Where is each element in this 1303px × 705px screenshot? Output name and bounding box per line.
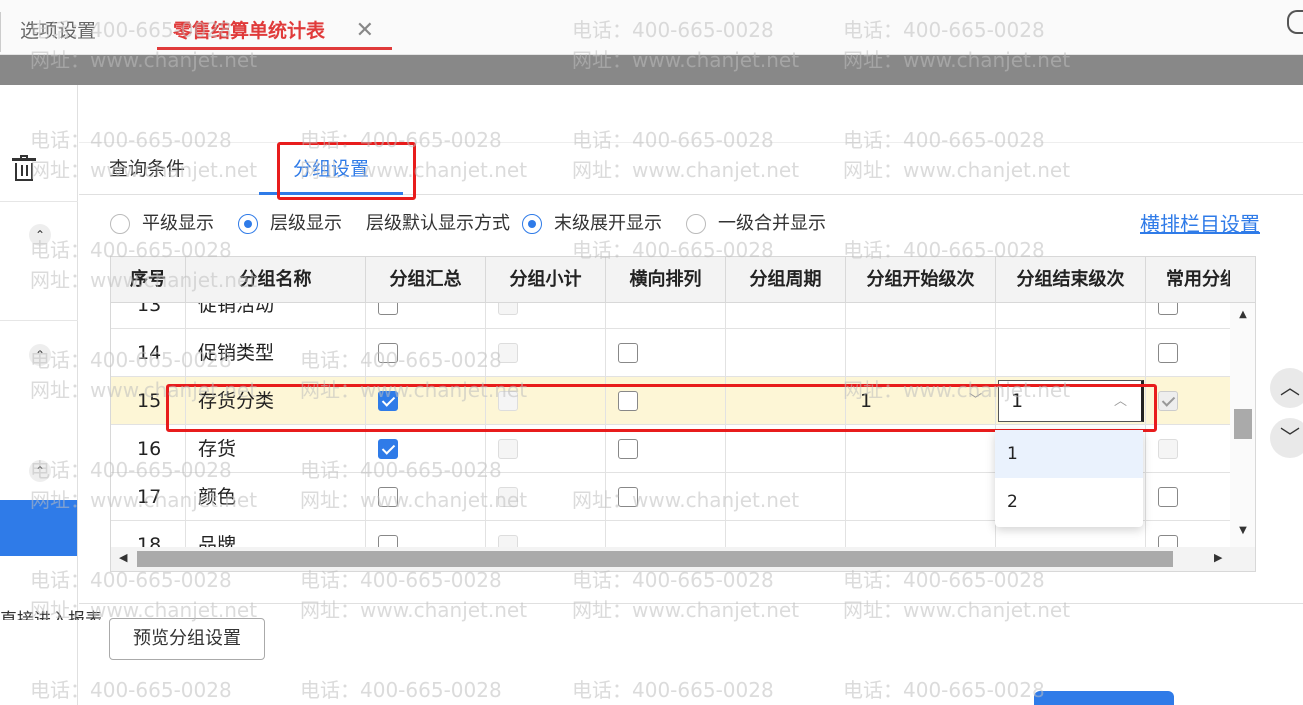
radio-tree-display[interactable]: [238, 214, 258, 234]
horizontal-checkbox[interactable]: [618, 487, 638, 507]
highlight-box-group-tab: [277, 142, 416, 200]
radio-expand-last[interactable]: [522, 214, 542, 234]
common-checkbox: [1158, 439, 1178, 459]
header-end-level: 分组结束级次: [996, 257, 1146, 303]
subtotal-checkbox: [498, 439, 518, 459]
search-icon[interactable]: [1287, 10, 1303, 34]
row-group-name: 品牌: [198, 534, 237, 547]
label-flat-display: 平级显示: [142, 213, 214, 234]
header-group-period: 分组周期: [726, 257, 846, 303]
preview-group-settings-button[interactable]: 预览分组设置: [109, 618, 265, 660]
scroll-up-icon[interactable]: ▲: [1230, 309, 1255, 320]
subtotal-checkbox: [498, 487, 518, 507]
row-no: 13: [137, 303, 162, 316]
row-no: 18: [137, 534, 162, 547]
dropdown-option[interactable]: 2: [995, 478, 1143, 526]
primary-button[interactable]: [1034, 691, 1174, 705]
end-level-dropdown: 1 2: [995, 430, 1143, 527]
sidebar-active-item[interactable]: [0, 500, 77, 556]
toolbar-band: [0, 55, 1303, 85]
header-start-level: 分组开始级次: [846, 257, 996, 303]
scroll-down-icon[interactable]: ﹀: [1270, 418, 1303, 458]
tab-report-label: 零售结算单统计表: [173, 20, 326, 42]
radio-merge-first[interactable]: [686, 214, 706, 234]
sidebar-divider: [0, 201, 78, 202]
display-options: 平级显示 层级显示 层级默认显示方式 末级展开显示 一级合并显示 横排栏目设置: [110, 210, 1260, 240]
summary-checkbox[interactable]: [378, 535, 398, 547]
subtotal-checkbox: [498, 535, 518, 547]
collapse-caret-icon[interactable]: ⌃: [29, 224, 51, 246]
subtotal-checkbox: [498, 343, 518, 363]
tab-divider: [0, 12, 1, 52]
header-group-subtotal: 分组小计: [486, 257, 606, 303]
column-settings-link[interactable]: 横排栏目设置: [1140, 210, 1260, 238]
dropdown-option[interactable]: 1: [995, 430, 1143, 478]
scroll-down-icon[interactable]: ▼: [1230, 525, 1255, 536]
top-tab-bar: 选项设置 零售结算单统计表 ✕: [0, 0, 1303, 55]
row-group-name: 促销类型: [198, 342, 275, 364]
row-no: 16: [137, 438, 162, 460]
footer-divider: [79, 603, 1303, 604]
header-group-summary: 分组汇总: [366, 257, 486, 303]
common-checkbox: [1158, 391, 1178, 411]
row-group-name: 促销活动: [198, 303, 275, 316]
collapse-caret-icon[interactable]: ⌃: [29, 460, 51, 482]
watermark-site: 网址：www.chanjet.net: [300, 598, 528, 622]
common-checkbox[interactable]: [1158, 343, 1178, 363]
sidebar-divider: [0, 320, 78, 321]
summary-checkbox[interactable]: [378, 343, 398, 363]
scroll-thumb[interactable]: [1234, 409, 1252, 439]
table-row[interactable]: 13 促销活动: [111, 303, 1255, 329]
scroll-thumb-horizontal[interactable]: [137, 551, 1173, 567]
header-no: 序号: [111, 257, 186, 303]
highlight-box-selected-row: [166, 384, 1157, 432]
summary-checkbox[interactable]: [378, 303, 398, 315]
collapse-caret-icon[interactable]: ⌃: [29, 344, 51, 366]
summary-checkbox[interactable]: [378, 487, 398, 507]
close-icon[interactable]: ✕: [356, 12, 374, 50]
horizontal-checkbox[interactable]: [618, 343, 638, 363]
vertical-scrollbar[interactable]: ▲ ▼: [1230, 303, 1255, 547]
trash-icon[interactable]: [12, 155, 36, 181]
label-tree-default-mode: 层级默认显示方式: [366, 213, 510, 234]
row-group-name: 颜色: [198, 486, 237, 508]
label-tree-display: 层级显示: [270, 213, 342, 234]
summary-checkbox[interactable]: [378, 439, 398, 459]
table-row[interactable]: 14 促销类型: [111, 329, 1255, 377]
tab-options-settings[interactable]: 选项设置: [20, 12, 96, 50]
watermark-site: 网址：www.chanjet.net: [843, 598, 1071, 622]
watermark-site: 网址：www.chanjet.net: [572, 598, 800, 622]
horizontal-scrollbar[interactable]: ◀ ▶: [111, 547, 1255, 571]
horizontal-checkbox[interactable]: [618, 439, 638, 459]
watermark-phone: 电话：400-665-0028: [843, 678, 1045, 702]
subtotal-checkbox: [498, 303, 518, 315]
label-merge-first: 一级合并显示: [718, 213, 826, 234]
scroll-up-icon[interactable]: ︿: [1270, 368, 1303, 408]
radio-flat-display[interactable]: [110, 214, 130, 234]
row-group-name: 存货: [198, 438, 237, 460]
common-checkbox[interactable]: [1158, 487, 1178, 507]
header-horizontal: 横向排列: [606, 257, 726, 303]
dialog-tab-bar: 查询条件 分组设置: [79, 142, 1303, 195]
label-expand-last: 末级展开显示: [554, 213, 662, 234]
watermark-phone: 电话：400-665-0028: [572, 678, 774, 702]
row-no: 17: [137, 486, 162, 508]
common-checkbox[interactable]: [1158, 535, 1178, 547]
header-group-name: 分组名称: [186, 257, 366, 303]
grid-header: 序号 分组名称 分组汇总 分组小计 横向排列 分组周期 分组开始级次 分组结束级…: [111, 257, 1255, 303]
scroll-right-icon[interactable]: ▶: [1214, 551, 1222, 564]
header-common-group: 常用分组: [1166, 269, 1230, 290]
scroll-left-icon[interactable]: ◀: [119, 551, 127, 564]
tab-query-conditions[interactable]: 查询条件: [109, 143, 185, 195]
common-checkbox[interactable]: [1158, 303, 1178, 315]
watermark-phone: 电话：400-665-0028: [300, 678, 502, 702]
row-no: 15: [137, 390, 162, 412]
row-no: 14: [137, 342, 162, 364]
tab-retail-settlement-report[interactable]: 零售结算单统计表 ✕: [157, 12, 392, 50]
